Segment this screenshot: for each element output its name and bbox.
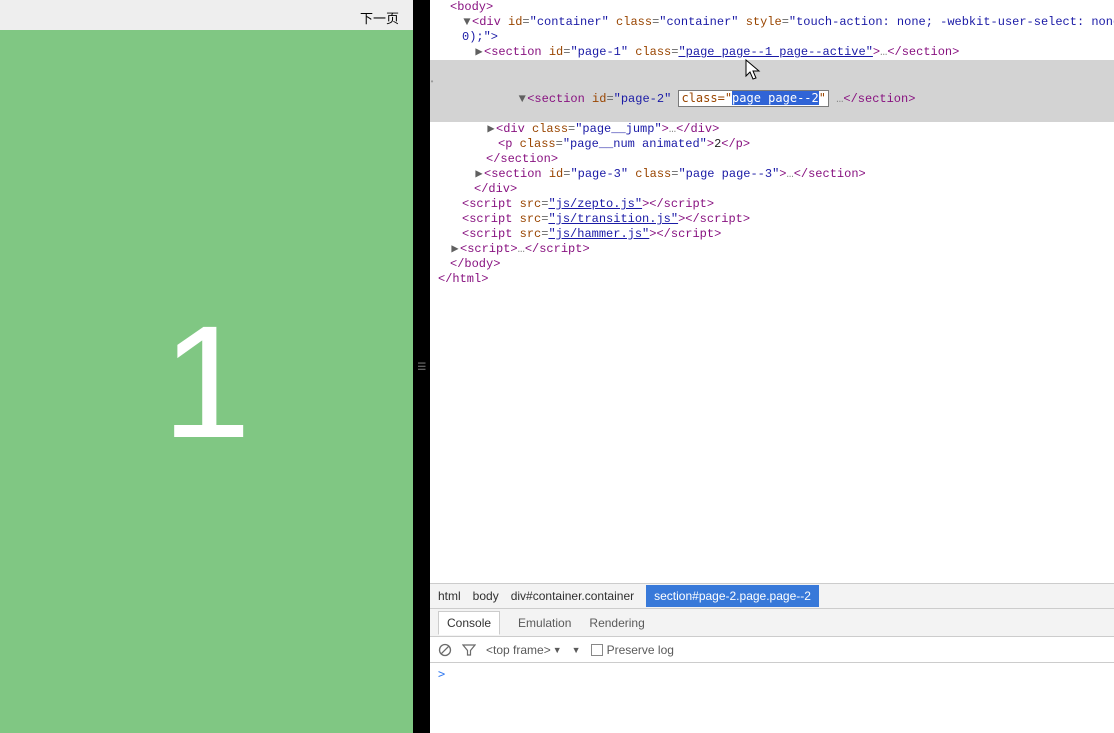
node-page2-close[interactable]: </section>: [430, 152, 1114, 167]
elements-tree[interactable]: <body> ▼<div id="container" class="conta…: [430, 0, 1114, 583]
node-container-line2[interactable]: 0);">: [430, 30, 1114, 45]
page-viewport[interactable]: 1: [0, 30, 413, 733]
console-toolbar: <top frame> ▼ ▼ Preserve log: [430, 636, 1114, 662]
clear-console-icon[interactable]: [438, 643, 452, 657]
node-endhtml[interactable]: </html>: [430, 272, 1114, 287]
preview-pane: 下一页 1: [0, 0, 414, 733]
console-body[interactable]: >: [430, 662, 1114, 733]
chevron-down-icon[interactable]: ▼: [572, 645, 581, 655]
node-script-3[interactable]: <script src="js/hammer.js"></script>: [430, 227, 1114, 242]
devtools-pane: <body> ▼<div id="container" class="conta…: [430, 0, 1114, 733]
checkbox-icon[interactable]: [591, 644, 603, 656]
preview-toolbar: 下一页: [0, 0, 413, 30]
node-page-2-selected[interactable]: ••• ▼<section id="page-2" class="page pa…: [430, 60, 1114, 122]
node-page-jump[interactable]: ▶<div class="page__jump">…</div>: [430, 122, 1114, 137]
frame-selector[interactable]: <top frame> ▼: [486, 643, 562, 657]
gutter-dots-icon: •••: [430, 75, 434, 90]
frame-selector-label: <top frame>: [486, 643, 551, 657]
console-prompt-icon: >: [438, 667, 445, 681]
node-page-num[interactable]: <p class="page__num animated">2</p>: [430, 137, 1114, 152]
expand-triangle-right-icon[interactable]: ▶: [474, 45, 484, 60]
tab-emulation[interactable]: Emulation: [518, 616, 571, 630]
expand-triangle-right-icon[interactable]: ▶: [474, 167, 484, 182]
splitter-handle-icon: |||: [418, 362, 427, 371]
node-page-3[interactable]: ▶<section id="page-3" class="page page--…: [430, 167, 1114, 182]
expand-triangle-right-icon[interactable]: ▶: [450, 242, 460, 257]
node-inline-script[interactable]: ▶<script>…</script>: [430, 242, 1114, 257]
node-body-open[interactable]: <body>: [430, 0, 1114, 15]
pane-splitter[interactable]: |||: [414, 0, 430, 733]
filter-icon[interactable]: [462, 643, 476, 657]
node-script-1[interactable]: <script src="js/zepto.js"></script>: [430, 197, 1114, 212]
preserve-log-label: Preserve log: [607, 643, 674, 657]
next-page-button[interactable]: 下一页: [360, 8, 399, 27]
node-script-2[interactable]: <script src="js/transition.js"></script>: [430, 212, 1114, 227]
node-container[interactable]: ▼<div id="container" class="container" s…: [430, 15, 1114, 30]
crumb-html[interactable]: html: [438, 589, 461, 603]
drawer-tabs: Console Emulation Rendering: [430, 608, 1114, 636]
class-attribute-editor[interactable]: class="page page--2": [678, 90, 829, 107]
chevron-down-icon: ▼: [553, 645, 562, 655]
crumb-body[interactable]: body: [473, 589, 499, 603]
tab-console[interactable]: Console: [438, 611, 500, 635]
node-page-1[interactable]: ▶<section id="page-1" class="page page--…: [430, 45, 1114, 60]
collapse-triangle-down-icon[interactable]: ▼: [462, 15, 472, 30]
breadcrumb: html body div#container.container sectio…: [430, 583, 1114, 608]
page-number-display: 1: [162, 290, 251, 474]
node-enddiv[interactable]: </div>: [430, 182, 1114, 197]
expand-triangle-right-icon[interactable]: ▶: [486, 122, 496, 137]
crumb-section-page2[interactable]: section#page-2.page.page--2: [646, 585, 819, 607]
collapse-triangle-down-icon[interactable]: ▼: [517, 92, 527, 107]
tab-rendering[interactable]: Rendering: [589, 616, 644, 630]
crumb-container[interactable]: div#container.container: [511, 589, 634, 603]
node-endbody[interactable]: </body>: [430, 257, 1114, 272]
preserve-log-toggle[interactable]: Preserve log: [591, 643, 674, 657]
